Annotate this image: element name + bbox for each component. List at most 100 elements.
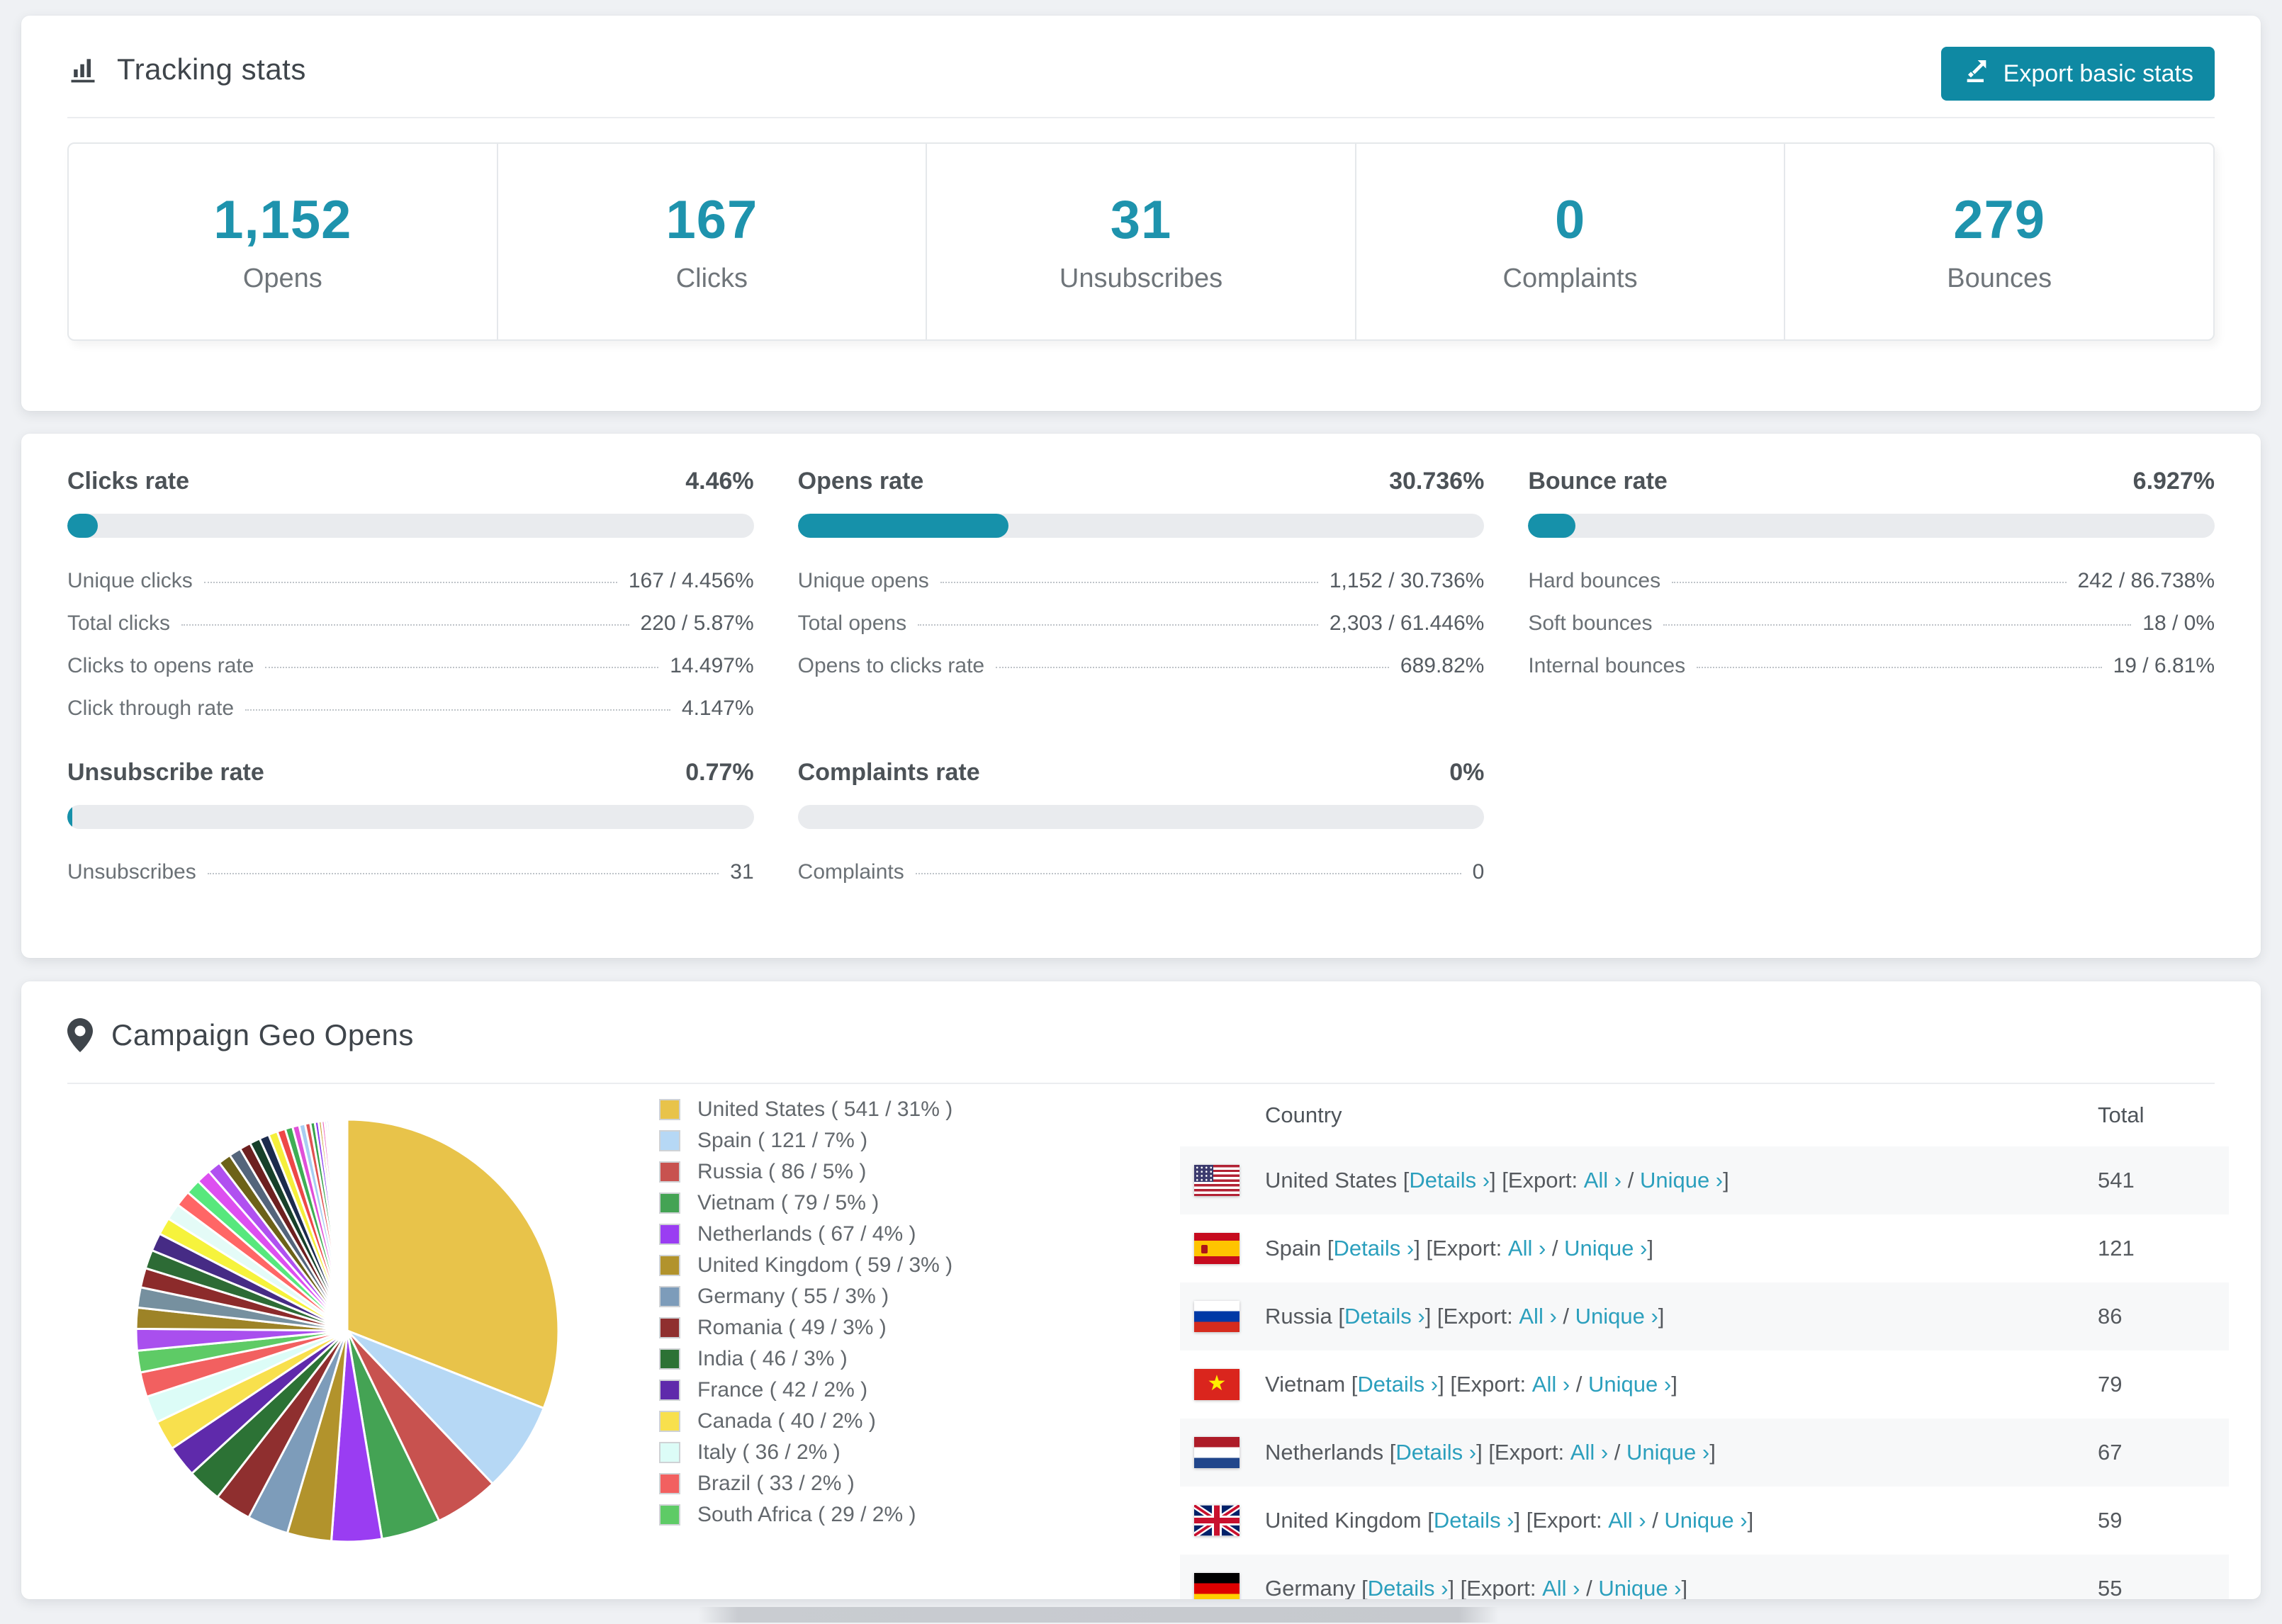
- details-link[interactable]: Details ›: [1368, 1576, 1449, 1599]
- export-unique-link[interactable]: Unique ›: [1588, 1372, 1671, 1397]
- legend-item-india[interactable]: India ( 46 / 3% ): [659, 1343, 1063, 1375]
- export-unique-link[interactable]: Unique ›: [1598, 1576, 1681, 1599]
- total-opens-row: Total opens 2,303 / 61.446%: [797, 611, 1485, 635]
- legend-item-romania[interactable]: Romania ( 49 / 3% ): [659, 1312, 1063, 1343]
- legend-item-netherlands[interactable]: Netherlands ( 67 / 4% ): [659, 1219, 1063, 1250]
- complaints-row: Complaints 0: [797, 860, 1485, 884]
- export-unique-link[interactable]: Unique ›: [1664, 1508, 1747, 1533]
- clicks-rate-value: 4.46%: [685, 468, 754, 495]
- legend-swatch: [659, 1317, 680, 1338]
- complaints-rate-value: 0%: [1449, 759, 1485, 786]
- legend-item-canada[interactable]: Canada ( 40 / 2% ): [659, 1406, 1063, 1437]
- legend-item-spain[interactable]: Spain ( 121 / 7% ): [659, 1125, 1063, 1156]
- russia-flag-icon: [1194, 1301, 1240, 1332]
- export-unique-link[interactable]: Unique ›: [1564, 1236, 1647, 1261]
- legend-swatch: [659, 1442, 680, 1463]
- tracking-stats-card: Tracking stats Export basic stats 1,152 …: [21, 16, 2261, 411]
- export-all-link[interactable]: All ›: [1508, 1236, 1546, 1261]
- legend-swatch: [659, 1286, 680, 1307]
- legend-item-italy[interactable]: Italy ( 36 / 2% ): [659, 1437, 1063, 1468]
- horizontal-scrollbar-thumb[interactable]: [698, 1607, 1499, 1623]
- details-link[interactable]: Details ›: [1395, 1440, 1476, 1465]
- us-flag-icon: [1194, 1165, 1240, 1196]
- table-row-spain: Spain [Details ›] [Export: All › / Uniqu…: [1180, 1214, 2229, 1282]
- legend-item-germany[interactable]: Germany ( 55 / 3% ): [659, 1281, 1063, 1312]
- legend-item-united-kingdom[interactable]: United Kingdom ( 59 / 3% ): [659, 1250, 1063, 1281]
- total-clicks-row: Total clicks 220 / 5.87%: [67, 611, 754, 635]
- export-all-link[interactable]: All ›: [1608, 1508, 1646, 1533]
- stat-bounces: 279 Bounces: [1785, 144, 2213, 339]
- click-through-rate-row: Click through rate 4.147%: [67, 697, 754, 720]
- legend-item-brazil[interactable]: Brazil ( 33 / 2% ): [659, 1468, 1063, 1499]
- export-all-link[interactable]: All ›: [1542, 1576, 1580, 1599]
- tracking-stats-page: { "tracking": { "title": "Tracking stats…: [0, 0, 2282, 1624]
- legend-item-france[interactable]: France ( 42 / 2% ): [659, 1375, 1063, 1406]
- legend-swatch: [659, 1224, 680, 1245]
- bar-chart-icon: [67, 54, 99, 85]
- header-divider: [67, 117, 2215, 118]
- table-row-russia: Russia [Details ›] [Export: All › / Uniq…: [1180, 1282, 2229, 1350]
- table-row-netherlands: Netherlands [Details ›] [Export: All › /…: [1180, 1419, 2229, 1487]
- details-link[interactable]: Details ›: [1434, 1508, 1514, 1533]
- stats-summary-box: 1,152 Opens 167 Clicks 31 Unsubscribes 0…: [67, 142, 2215, 341]
- geo-opens-table: Country Total United States [Details ›] …: [1180, 1084, 2229, 1599]
- legend-item-russia[interactable]: Russia ( 86 / 5% ): [659, 1156, 1063, 1188]
- campaign-geo-opens-card: Campaign Geo Opens United States ( 541 /…: [21, 981, 2261, 1599]
- total-value: 541: [2098, 1168, 2135, 1192]
- geo-opens-pie-chart[interactable]: [128, 1111, 567, 1554]
- legend-item-vietnam[interactable]: Vietnam ( 79 / 5% ): [659, 1188, 1063, 1219]
- table-row-united-kingdom: United Kingdom [Details ›] [Export: All …: [1180, 1487, 2229, 1555]
- legend-item-south-africa[interactable]: South Africa ( 29 / 2% ): [659, 1499, 1063, 1530]
- legend-swatch: [659, 1192, 680, 1214]
- total-column-header: Total: [2098, 1103, 2145, 1127]
- export-unique-link[interactable]: Unique ›: [1575, 1304, 1658, 1329]
- stat-clicks: 167 Clicks: [498, 144, 928, 339]
- export-all-link[interactable]: All ›: [1519, 1304, 1556, 1329]
- legend-item-united-states[interactable]: United States ( 541 / 31% ): [659, 1094, 1063, 1125]
- unsubscribe-rate-title: Unsubscribe rate: [67, 759, 264, 786]
- export-all-link[interactable]: All ›: [1532, 1372, 1570, 1397]
- opens-rate-value: 30.736%: [1389, 468, 1485, 495]
- legend-swatch: [659, 1348, 680, 1370]
- export-icon: [1962, 57, 1991, 91]
- stat-complaints: 0 Complaints: [1356, 144, 1786, 339]
- country-column-header: Country: [1265, 1103, 1342, 1127]
- clicks-value: 167: [665, 190, 758, 250]
- export-basic-stats-button[interactable]: Export basic stats: [1940, 47, 2215, 101]
- vietnam-flag-icon: [1194, 1369, 1240, 1400]
- internal-bounces-row: Internal bounces 19 / 6.81%: [1528, 654, 2215, 677]
- export-all-link[interactable]: All ›: [1570, 1440, 1608, 1465]
- total-value: 79: [2098, 1372, 2123, 1397]
- total-value: 86: [2098, 1304, 2123, 1329]
- total-value: 59: [2098, 1508, 2123, 1533]
- bounces-value: 279: [1953, 190, 2046, 250]
- bounce-rate-value: 6.927%: [2132, 468, 2215, 495]
- details-link[interactable]: Details ›: [1334, 1236, 1415, 1261]
- pie-legend: United States ( 541 / 31% ) Spain ( 121 …: [659, 1094, 1063, 1530]
- bounce-rate-title: Bounce rate: [1528, 468, 1668, 495]
- unsubscribes-value: 31: [1110, 190, 1172, 250]
- unsubscribes-label: Unsubscribes: [1059, 264, 1223, 293]
- netherlands-flag-icon: [1194, 1437, 1240, 1468]
- opens-label: Opens: [242, 264, 322, 293]
- export-unique-link[interactable]: Unique ›: [1640, 1168, 1723, 1193]
- tracking-stats-header: Tracking stats: [21, 16, 2261, 117]
- export-unique-link[interactable]: Unique ›: [1626, 1440, 1709, 1465]
- unique-opens-row: Unique opens 1,152 / 30.736%: [797, 569, 1485, 592]
- hard-bounces-row: Hard bounces 242 / 86.738%: [1528, 569, 2215, 592]
- total-value: 121: [2098, 1236, 2135, 1261]
- details-link[interactable]: Details ›: [1409, 1168, 1490, 1193]
- legend-swatch: [659, 1099, 680, 1120]
- details-link[interactable]: Details ›: [1357, 1372, 1438, 1397]
- opens-rate-progressbar: [797, 514, 1485, 538]
- details-link[interactable]: Details ›: [1344, 1304, 1425, 1329]
- unique-clicks-row: Unique clicks 167 / 4.456%: [67, 569, 754, 592]
- table-header: Country Total: [1180, 1084, 2229, 1146]
- legend-swatch: [659, 1473, 680, 1494]
- rates-card: Clicks rate 4.46% Unique clicks 167 / 4.4…: [21, 434, 2261, 958]
- opens-rate-title: Opens rate: [797, 468, 924, 495]
- unsubscribe-rate-progressbar: [67, 805, 754, 829]
- export-all-link[interactable]: All ›: [1584, 1168, 1621, 1193]
- legend-swatch: [659, 1255, 680, 1276]
- stat-unsubscribes: 31 Unsubscribes: [927, 144, 1356, 339]
